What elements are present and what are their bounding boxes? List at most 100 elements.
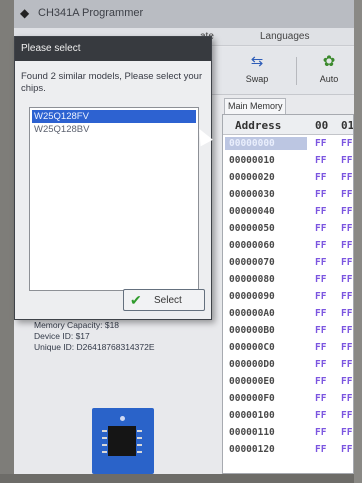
memory-row[interactable]: 00000010 FF FF	[223, 152, 353, 168]
memory-byte[interactable]: FF	[315, 307, 326, 320]
memory-byte[interactable]: FF	[315, 443, 326, 456]
memory-byte[interactable]: FF	[315, 341, 326, 354]
memory-byte[interactable]: FF	[341, 222, 352, 235]
memory-row[interactable]: 00000070 FF FF	[223, 254, 353, 270]
chip-option[interactable]: W25Q128BV	[32, 123, 196, 136]
chip-package	[108, 426, 136, 456]
memory-byte[interactable]: FF	[341, 341, 352, 354]
memory-row[interactable]: 00000040 FF FF	[223, 203, 353, 219]
memory-row[interactable]: 00000030 FF FF	[223, 186, 353, 202]
memory-row[interactable]: 00000060 FF FF	[223, 237, 353, 253]
title-bar: ◆ CH341A Programmer	[14, 0, 354, 28]
memory-byte[interactable]: FF	[315, 171, 326, 184]
memory-byte[interactable]: FF	[315, 154, 326, 167]
memory-row[interactable]: 000000F0 FF FF	[223, 390, 353, 406]
memory-row[interactable]: 00000080 FF FF	[223, 271, 353, 287]
memory-address: 00000050	[229, 223, 275, 234]
memory-address: 00000040	[229, 206, 275, 217]
photo-bezel-left	[0, 0, 14, 483]
memory-byte[interactable]: FF	[315, 375, 326, 388]
memory-byte[interactable]: FF	[341, 256, 352, 269]
memory-byte[interactable]: FF	[315, 426, 326, 439]
memory-byte[interactable]: FF	[315, 409, 326, 422]
swap-arrows-icon: ⇆	[250, 53, 264, 70]
memory-byte[interactable]: FF	[315, 137, 326, 150]
memory-row[interactable]: 00000050 FF FF	[223, 220, 353, 236]
memory-row[interactable]: 00000020 FF FF	[223, 169, 353, 185]
memory-byte[interactable]: FF	[315, 324, 326, 337]
memory-byte[interactable]: FF	[341, 188, 352, 201]
memory-row[interactable]: 00000110 FF FF	[223, 424, 353, 440]
memory-row[interactable]: 000000C0 FF FF	[223, 339, 353, 355]
chip-pin	[102, 430, 107, 432]
memory-address: 000000A0	[229, 308, 275, 319]
memory-byte[interactable]: FF	[315, 358, 326, 371]
swap-button[interactable]: ⇆ Swap	[234, 53, 280, 91]
chip-pin	[102, 444, 107, 446]
auto-button[interactable]: ✿ Auto	[306, 53, 352, 91]
memory-byte[interactable]: FF	[341, 443, 352, 456]
memory-address: 00000030	[229, 189, 275, 200]
photo-bezel-right	[354, 0, 362, 483]
memory-byte[interactable]: FF	[315, 188, 326, 201]
toolbar-separator	[296, 57, 297, 85]
chip-option[interactable]: W25Q128FV	[32, 110, 196, 123]
memory-byte[interactable]: FF	[341, 154, 352, 167]
column-header: 01	[341, 119, 354, 132]
memory-address: 000000D0	[229, 359, 275, 370]
memory-row[interactable]: 000000B0 FF FF	[223, 322, 353, 338]
memory-byte[interactable]: FF	[315, 392, 326, 405]
chip-pin	[137, 444, 142, 446]
memory-row[interactable]: 000000A0 FF FF	[223, 305, 353, 321]
memory-row[interactable]: 00000100 FF FF	[223, 407, 353, 423]
memory-byte[interactable]: FF	[341, 358, 352, 371]
memory-row[interactable]: 00000090 FF FF	[223, 288, 353, 304]
memory-address: 000000C0	[229, 342, 275, 353]
memory-row[interactable]: 00000120 FF FF	[223, 441, 353, 457]
app-logo-icon: ◆	[20, 6, 30, 20]
memory-byte[interactable]: FF	[341, 307, 352, 320]
device-id: Device ID: $17	[34, 331, 90, 341]
photo-bezel-bottom	[0, 474, 362, 483]
memory-byte[interactable]: FF	[341, 205, 352, 218]
memory-byte[interactable]: FF	[341, 392, 352, 405]
column-header: 00	[315, 119, 329, 132]
memory-row[interactable]: 000000E0 FF FF	[223, 373, 353, 389]
chip-led	[120, 416, 125, 421]
tab-main-memory[interactable]: Main Memory	[224, 98, 286, 114]
memory-byte[interactable]: FF	[341, 426, 352, 439]
memory-row[interactable]: 00000000 FF FF	[223, 135, 353, 151]
memory-byte[interactable]: FF	[341, 239, 352, 252]
chip-model-list[interactable]: W25Q128FV W25Q128BV	[29, 107, 199, 291]
memory-byte[interactable]: FF	[341, 137, 352, 150]
chip-pin	[137, 437, 142, 439]
memory-byte[interactable]: FF	[315, 239, 326, 252]
memory-byte[interactable]: FF	[315, 290, 326, 303]
memory-address: 00000110	[229, 427, 275, 438]
memory-address: 00000090	[229, 291, 275, 302]
auto-run-icon: ✿	[322, 53, 336, 70]
memory-byte[interactable]: FF	[341, 273, 352, 286]
memory-address: 00000070	[229, 257, 275, 268]
memory-byte[interactable]: FF	[315, 256, 326, 269]
memory-address: 00000100	[229, 410, 275, 421]
memory-byte[interactable]: FF	[341, 409, 352, 422]
memory-address: 000000B0	[229, 325, 275, 336]
memory-byte[interactable]: FF	[315, 205, 326, 218]
auto-label: Auto	[319, 74, 339, 84]
memory-byte[interactable]: FF	[341, 375, 352, 388]
memory-header: Address 00 01	[223, 115, 354, 135]
chip-pin	[102, 437, 107, 439]
memory-byte[interactable]: FF	[341, 324, 352, 337]
select-button[interactable]: ✔ Select	[123, 289, 205, 311]
menu-item-languages[interactable]: Languages	[260, 31, 310, 42]
memory-address: 000000F0	[229, 393, 275, 404]
memory-address: 00000060	[229, 240, 275, 251]
memory-byte[interactable]: FF	[315, 222, 326, 235]
checkmark-icon: ✔	[130, 292, 142, 308]
memory-byte[interactable]: FF	[341, 290, 352, 303]
memory-byte[interactable]: FF	[315, 273, 326, 286]
memory-row[interactable]: 000000D0 FF FF	[223, 356, 353, 372]
memory-byte[interactable]: FF	[341, 171, 352, 184]
memory-hex-view[interactable]: Address 00 01 00000000 FF FF 00000010 FF FF 00…	[222, 114, 354, 474]
